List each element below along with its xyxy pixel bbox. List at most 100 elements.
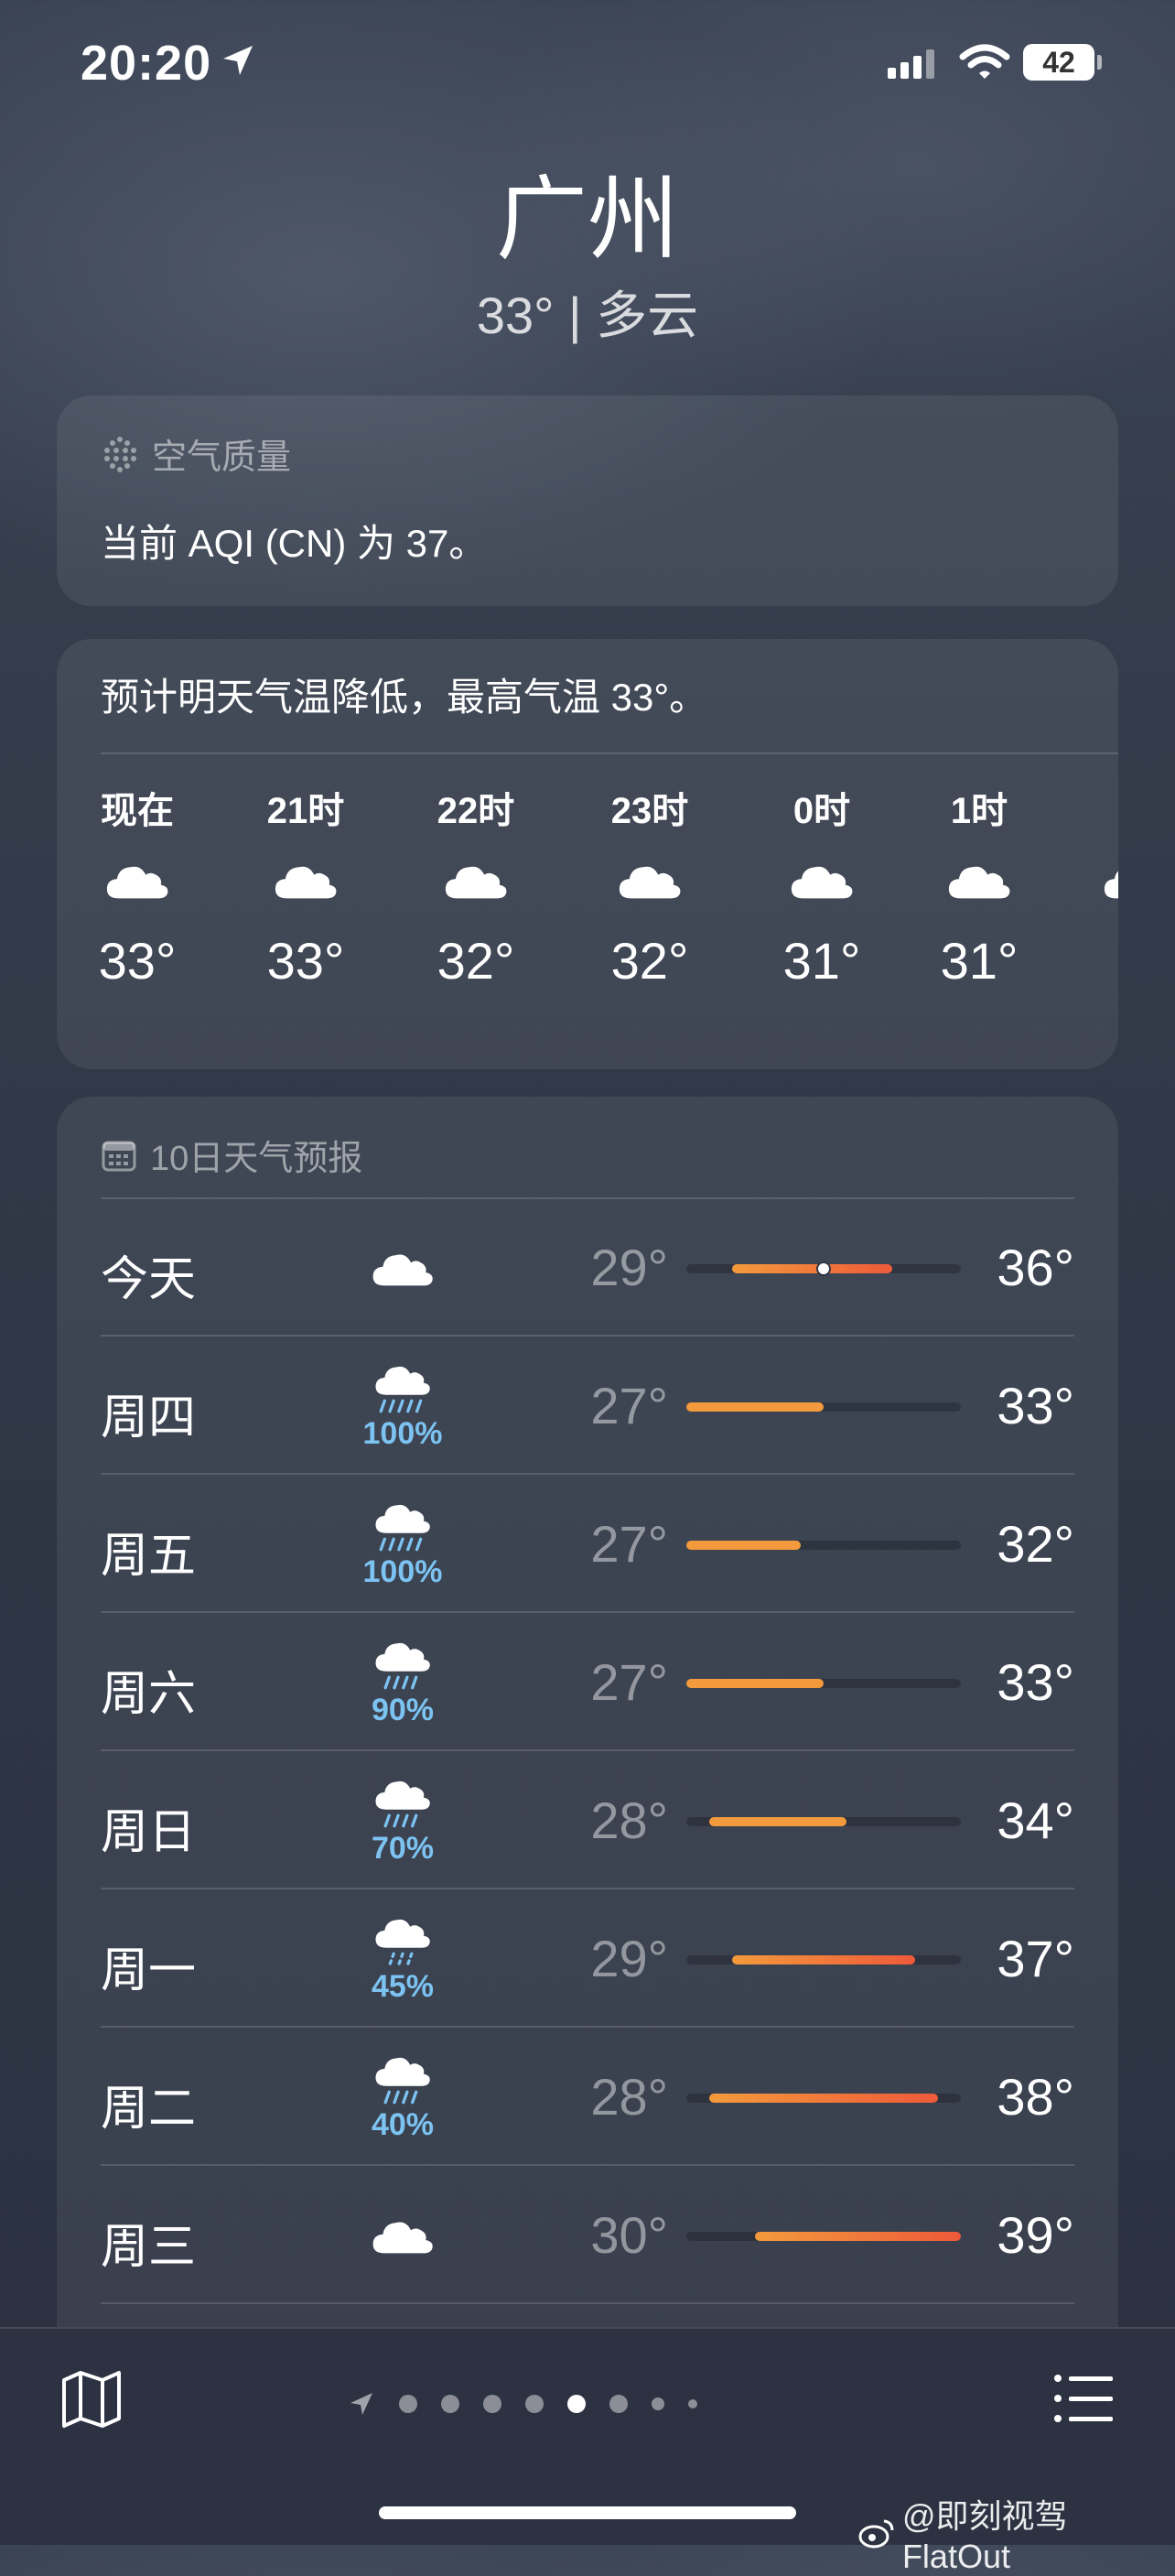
temp-range-track	[686, 1955, 961, 1964]
current-temp-dot	[816, 1261, 831, 1276]
hour-item: 21时 33°	[242, 785, 370, 998]
day-icon-wrap: 100%	[320, 1494, 485, 1595]
day-icon-wrap	[320, 1218, 485, 1318]
watermark-text: @即刻视驾FlatOut	[901, 2497, 1068, 2575]
day-row[interactable]: 周五 100% 27° 32°	[101, 1476, 1074, 1613]
day-row[interactable]: 周三 30° 39°	[101, 2167, 1074, 2304]
cloud-drizzle-icon	[375, 1919, 430, 1966]
day-low: 29°	[590, 1930, 668, 1987]
temp-range-bar	[709, 1817, 846, 1826]
list-icon[interactable]	[1051, 2365, 1116, 2431]
row-divider	[101, 1611, 1074, 1613]
hour-icon-wrap	[1071, 837, 1118, 925]
page-dot[interactable]	[652, 2397, 664, 2410]
row-divider	[101, 2164, 1074, 2166]
page-dot[interactable]	[441, 2395, 459, 2413]
day-low: 30°	[590, 2206, 668, 2264]
battery-icon: 42	[1023, 44, 1094, 81]
temp-range-bar	[732, 1955, 915, 1964]
day-name: 周五	[101, 1530, 197, 1583]
day-icon-wrap: 90%	[320, 1632, 485, 1733]
cloud-rain-icon	[375, 1780, 430, 1828]
day-name: 周三	[101, 2221, 197, 2274]
cellular-signal-icon	[888, 49, 934, 79]
cloud-icon	[106, 866, 168, 899]
day-low: 27°	[590, 1515, 668, 1573]
page-dot[interactable]	[567, 2395, 586, 2413]
day-high: 37°	[997, 1930, 1074, 1987]
day-icon-wrap: 100%	[320, 1356, 485, 1456]
cloud-icon	[275, 866, 337, 899]
hour-icon-wrap	[758, 837, 886, 925]
cloud-rain-icon	[375, 2057, 430, 2105]
hour-label: 23时	[610, 791, 689, 831]
cloud-icon	[791, 866, 853, 899]
row-divider	[101, 1335, 1074, 1337]
air-quality-card[interactable]: 空气质量 当前 AQI (CN) 为 37。	[57, 395, 1118, 606]
hour-item: 0时 31°	[758, 785, 886, 998]
day-name: 周一	[101, 1944, 197, 1997]
day-name: 周四	[101, 1391, 197, 1445]
day-row[interactable]: 周一 45% 29° 37°	[101, 1890, 1074, 2028]
day-row[interactable]: 周日 70% 28° 34°	[101, 1752, 1074, 1889]
status-bar: 20:20 42	[0, 0, 1175, 128]
ten-day-forecast-card[interactable]: 10日天气预报 今天 29° 36° 周四 100% 27° 33° 周五 100% 27° 32°…	[57, 1097, 1118, 2397]
page-dot[interactable]	[609, 2395, 628, 2413]
day-name: 周日	[101, 1806, 197, 1859]
day-icon-wrap	[320, 2185, 485, 2286]
day-row[interactable]: 今天 29° 36°	[101, 1199, 1074, 1337]
page-dot[interactable]	[399, 2395, 417, 2413]
current-conditions: 33° | 多云	[476, 287, 699, 344]
precip-chance: 40%	[371, 2107, 435, 2142]
page-dot[interactable]	[525, 2395, 544, 2413]
weibo-logo-icon	[858, 2519, 894, 2549]
hourly-forecast-card[interactable]: 预计明天气温降低，最高气温 33°。 现在 33° 21时 33° 22时 32° 23时 3…	[57, 639, 1118, 1069]
temp-range-track	[686, 1261, 961, 1276]
temp-range-bar	[755, 2232, 961, 2241]
row-divider	[101, 1749, 1074, 1751]
day-name: 周六	[101, 1668, 197, 1721]
battery-tip	[1097, 55, 1102, 70]
day-high: 32°	[997, 1515, 1074, 1573]
hour-item: 23时 32°	[586, 785, 714, 998]
hourly-divider	[101, 752, 1118, 754]
hour-temp: 32°	[610, 932, 689, 990]
cloud-icon	[948, 866, 1010, 899]
hour-temp: 32°	[437, 932, 515, 990]
hour-label: 1时	[950, 791, 1008, 831]
hourly-strip[interactable]: 现在33°21时33°22时32°23时32°0时31°1时31°23	[99, 785, 1118, 1060]
day-row[interactable]: 周二 40% 28° 38°	[101, 2029, 1074, 2166]
hour-temp: 33°	[98, 932, 177, 990]
day-name: 周二	[101, 2083, 197, 2136]
hour-label: 0时	[792, 791, 851, 831]
hour-icon-wrap	[915, 837, 1043, 925]
hour-item: 现在 33°	[73, 785, 201, 998]
day-high: 36°	[997, 1239, 1074, 1296]
city-name: 广州	[496, 168, 679, 271]
air-quality-icon	[104, 436, 136, 472]
cloud-icon	[445, 866, 507, 899]
row-divider	[101, 2302, 1074, 2304]
page-dot[interactable]	[483, 2395, 501, 2413]
day-high: 39°	[997, 2206, 1074, 2264]
day-icon-wrap: 45%	[320, 1909, 485, 2009]
map-icon[interactable]	[59, 2365, 124, 2431]
temp-range-bar	[686, 1541, 801, 1550]
hour-icon-wrap	[586, 837, 714, 925]
home-indicator[interactable]	[379, 2506, 796, 2519]
hour-label: 2	[1071, 785, 1118, 837]
hour-label: 现在	[101, 791, 174, 831]
temp-range-bar	[686, 1402, 824, 1412]
current-location-page-icon[interactable]	[348, 2390, 375, 2418]
day-row[interactable]: 周六 90% 27° 33°	[101, 1614, 1074, 1751]
watermark: @即刻视驾FlatOut	[858, 2490, 1175, 2576]
page-dot[interactable]	[688, 2399, 697, 2408]
day-row[interactable]: 周四 100% 27° 33°	[101, 1337, 1074, 1475]
day-name: 今天	[101, 1253, 197, 1306]
cloud-icon	[372, 1254, 433, 1285]
page-indicator[interactable]	[348, 2386, 824, 2422]
hour-temp: 33°	[266, 932, 345, 990]
temp-range-track	[686, 2232, 961, 2241]
hourly-summary: 预计明天气温降低，最高气温 33°。	[101, 676, 708, 719]
hour-item: 22时 32°	[412, 785, 540, 998]
